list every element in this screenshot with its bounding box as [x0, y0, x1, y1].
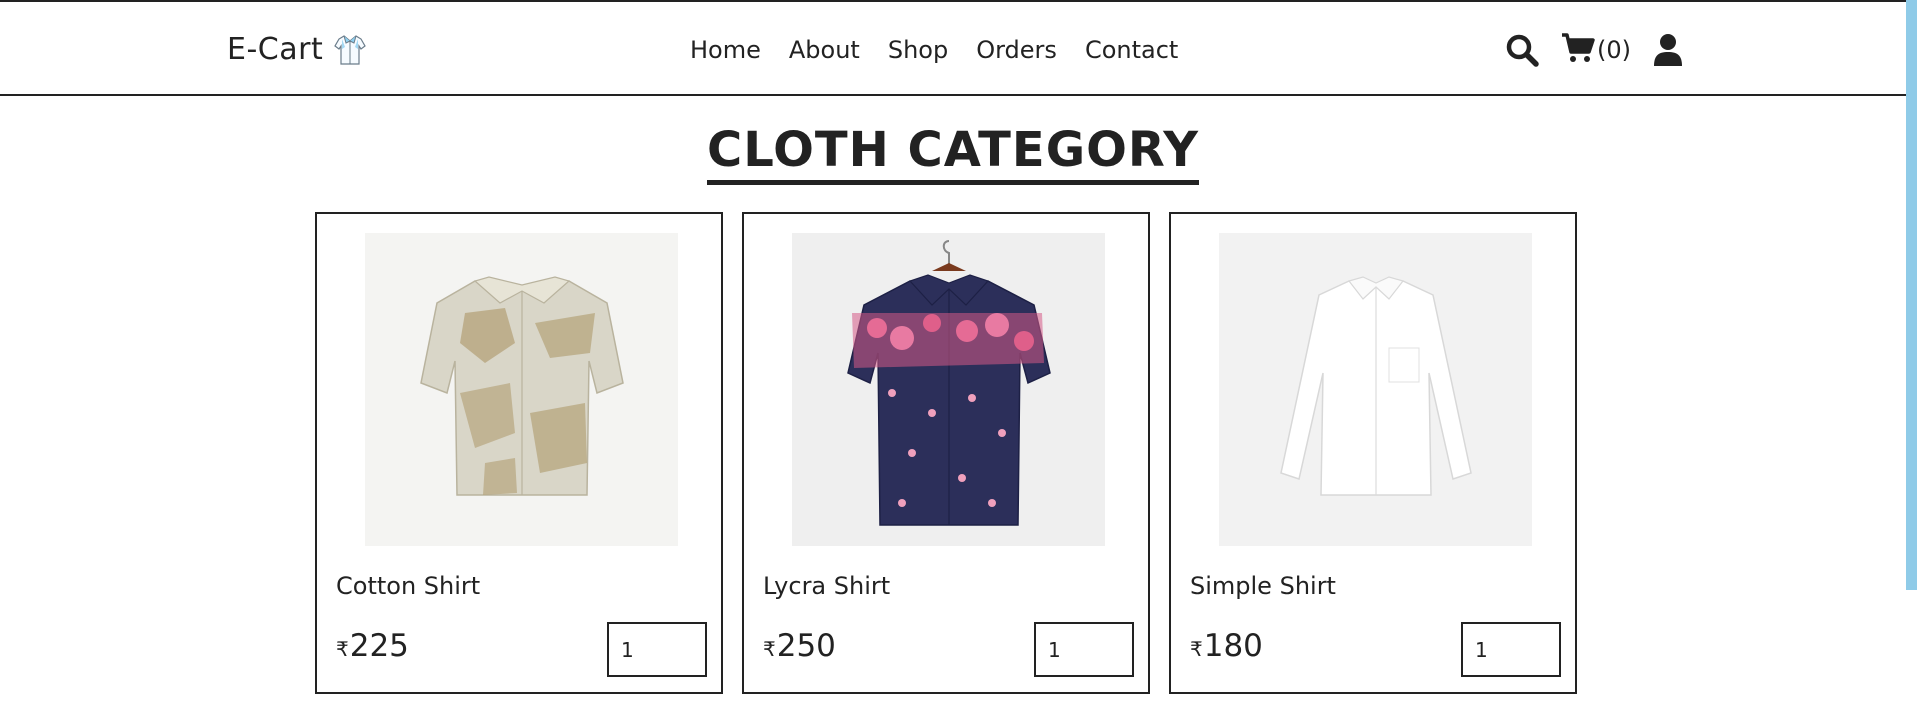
product-image — [365, 233, 678, 546]
product-price: ₹ 225 — [336, 628, 409, 664]
price-amount: 180 — [1203, 628, 1263, 664]
page-title: CLOTH CATEGORY — [706, 120, 1199, 185]
nav-about[interactable]: About — [789, 36, 860, 64]
quantity-input[interactable] — [1461, 622, 1561, 677]
product-price: ₹ 180 — [1190, 628, 1263, 664]
main-nav: Home About Shop Orders Contact — [690, 36, 1178, 64]
product-card: Cotton Shirt ₹ 225 — [315, 212, 723, 694]
scrollbar[interactable] — [1906, 0, 1917, 590]
currency-symbol: ₹ — [1190, 637, 1203, 661]
product-card: Lycra Shirt ₹ 250 — [742, 212, 1150, 694]
currency-symbol: ₹ — [763, 637, 776, 661]
product-image — [792, 233, 1105, 546]
header-actions: (0) — [1505, 32, 1683, 68]
product-name: Simple Shirt — [1190, 572, 1336, 600]
brand-name: E-Cart — [227, 32, 324, 67]
brand-logo-link[interactable]: E-Cart — [227, 32, 367, 67]
search-icon[interactable] — [1505, 33, 1539, 67]
page: E-Cart Home About Shop Orders Contact (0… — [0, 0, 1917, 702]
product-image — [1219, 233, 1532, 546]
currency-symbol: ₹ — [336, 637, 349, 661]
nav-contact[interactable]: Contact — [1085, 36, 1178, 64]
quantity-input[interactable] — [1034, 622, 1134, 677]
navbar: E-Cart Home About Shop Orders Contact (0… — [0, 2, 1906, 96]
shirt-logo-icon — [333, 33, 367, 67]
nav-shop[interactable]: Shop — [888, 36, 948, 64]
section-header: CLOTH CATEGORY — [0, 120, 1906, 185]
product-price: ₹ 250 — [763, 628, 836, 664]
product-name: Cotton Shirt — [336, 572, 481, 600]
price-amount: 250 — [776, 628, 836, 664]
quantity-input[interactable] — [607, 622, 707, 677]
cart-button[interactable]: (0) — [1561, 32, 1631, 68]
price-amount: 225 — [349, 628, 409, 664]
nav-orders[interactable]: Orders — [976, 36, 1057, 64]
cart-count: (0) — [1597, 36, 1631, 64]
nav-home[interactable]: Home — [690, 36, 761, 64]
product-card: Simple Shirt ₹ 180 — [1169, 212, 1577, 694]
user-icon[interactable] — [1653, 33, 1683, 67]
product-name: Lycra Shirt — [763, 572, 891, 600]
product-grid: Cotton Shirt ₹ 225 1 Lycra Shirt ₹ 250 1… — [315, 212, 1577, 694]
cart-icon — [1561, 32, 1595, 68]
